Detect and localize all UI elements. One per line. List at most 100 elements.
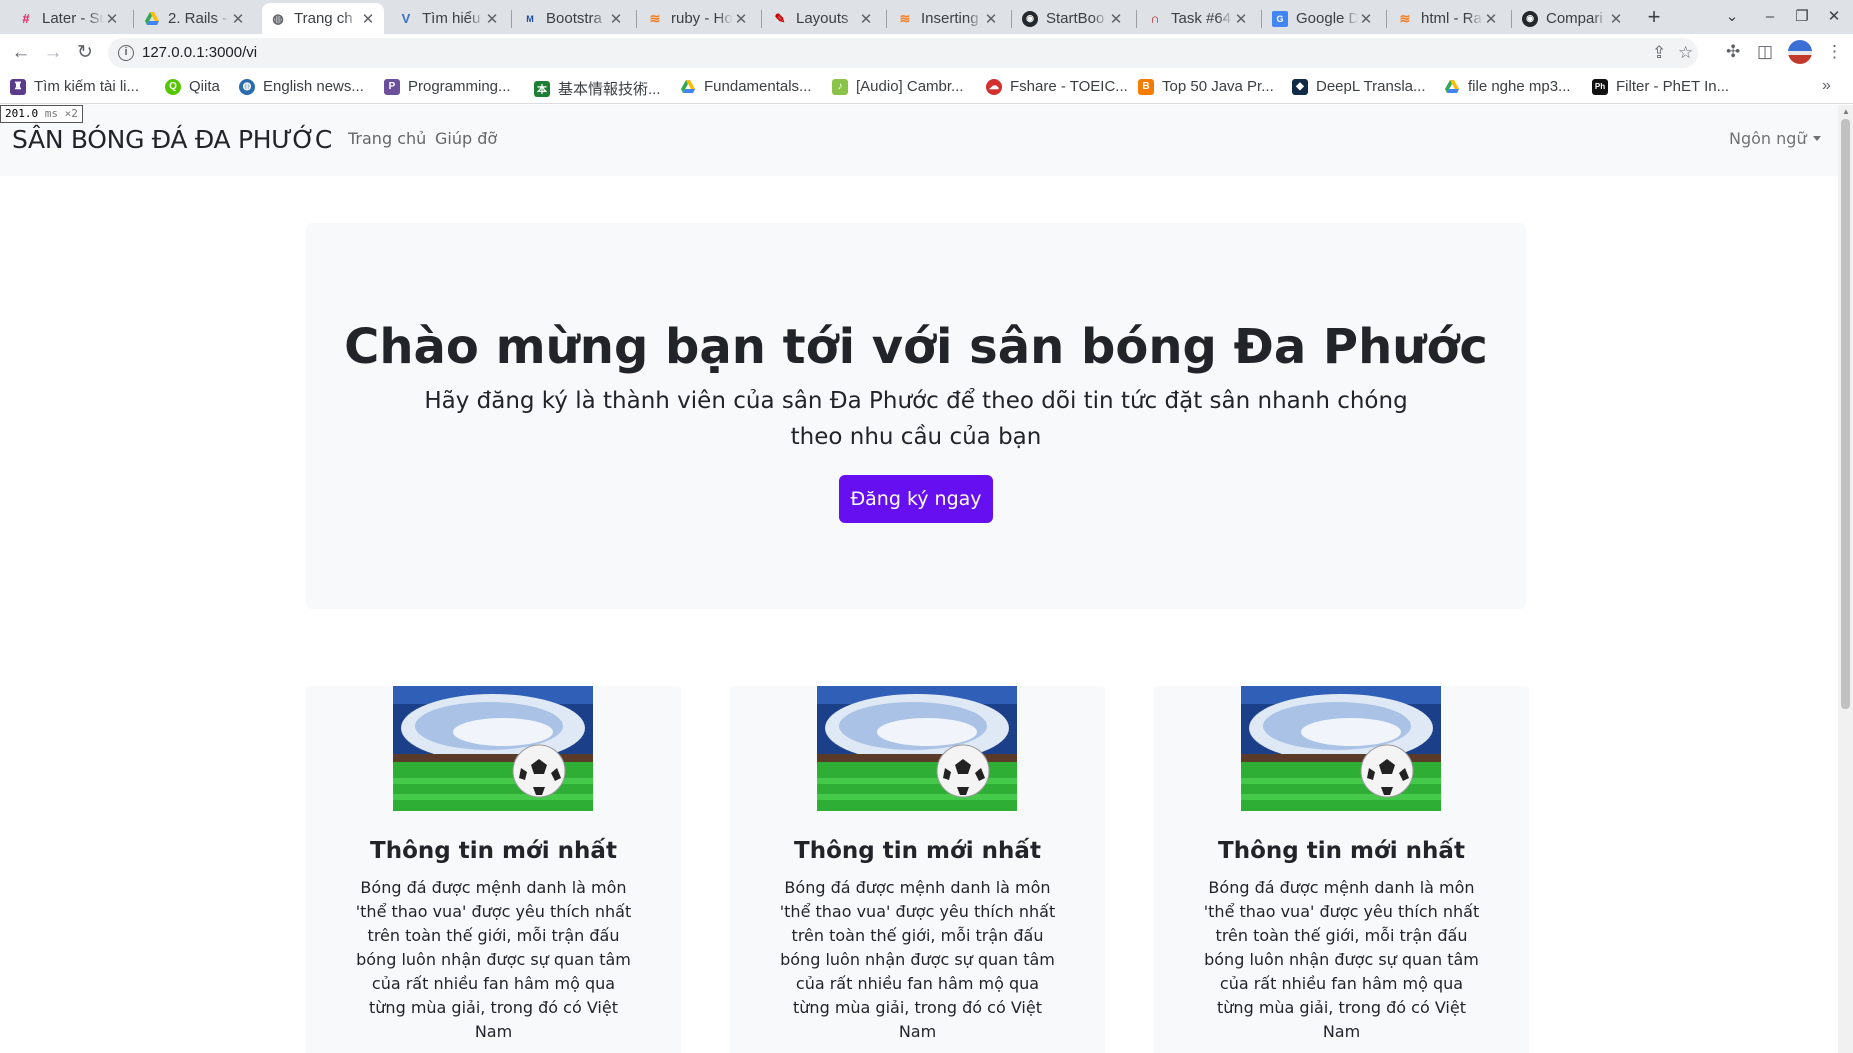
card-title: Thông tin mới nhất [794,838,1041,864]
hero-subtitle: Hãy đăng ký là thành viên của sân Đa Phư… [424,388,1408,450]
bookmark-item[interactable]: ◍ English news... [239,78,364,95]
close-icon[interactable]: ✕ [983,10,999,28]
bookmark-item[interactable]: Ph Filter - PhET In... [1592,78,1729,95]
restore-icon[interactable]: ❐ [1787,4,1817,30]
minimize-icon[interactable]: – [1755,4,1785,30]
address-bar[interactable]: i 127.0.0.1:3000/vi ⇪ ☆ [108,38,1698,68]
close-icon[interactable]: ✕ [230,10,246,28]
viblo-icon: V [401,11,411,26]
close-icon[interactable]: ✕ [858,10,874,28]
tab[interactable]: 2. Rails - ✕ [136,3,254,34]
globe-icon: ◍ [272,10,284,26]
url-text[interactable]: 127.0.0.1:3000/vi [142,44,257,61]
extensions-icon[interactable]: ✣ [1726,42,1740,62]
tab[interactable]: ≋ ruby - Ho ✕ [639,3,757,34]
hero-title: Chào mừng bạn tới với sân bóng Đa Phước [344,319,1488,375]
scrollbar-thumb[interactable] [1841,119,1850,709]
tab-title: ruby - Ho [671,10,733,27]
close-icon[interactable]: ✕ [360,10,376,28]
tab-strip: # Later - Su ✕ 2. Rails - ✕ ◍ Trang ch ✕… [0,0,1853,34]
page-scrollbar[interactable]: ▲ [1838,105,1853,1053]
perf-unit: ms ×2 [44,107,78,120]
bookmark-item[interactable]: P Programming... [384,78,511,95]
bookmark-label: Tìm kiếm tài li... [34,78,140,95]
bookmark-item[interactable]: Fundamentals... [680,78,812,95]
tab[interactable]: # Later - Su ✕ [10,3,128,34]
nav-link-help[interactable]: Giúp đỡ [435,129,497,148]
tab-title: Task #64 [1171,10,1232,27]
new-tab-icon[interactable]: + [1640,3,1668,31]
tab-search-icon[interactable]: ⌄ [1717,4,1747,30]
site-navbar: SÂN BÓNG ĐÁ ĐA PHƯỚC Trang chủ Giúp đỡ N… [0,105,1838,176]
language-dropdown[interactable]: Ngôn ngữ [1729,129,1821,148]
tab-separator [886,10,887,28]
profile-avatar[interactable] [1788,40,1812,64]
github-icon: ◉ [1522,10,1538,27]
bookmark-item[interactable]: B Top 50 Java Pr... [1138,78,1274,95]
news-card: Thông tin mới nhất Bóng đá được mệnh dan… [730,686,1105,1053]
bookmark-star-icon[interactable]: ☆ [1678,43,1693,63]
close-icon[interactable]: ✕ [733,10,749,28]
bookmark-item[interactable]: Q Qiita [165,78,220,95]
bookmark-item[interactable]: ♪ [Audio] Cambr... [832,78,964,95]
tab-title: Compari [1546,10,1603,27]
tab-title: 2. Rails - [168,10,228,27]
tab[interactable]: ◉ StartBoo ✕ [1014,3,1132,34]
tab-separator [1386,10,1387,28]
scroll-up-icon[interactable]: ▲ [1842,107,1850,116]
card-text: Bóng đá được mệnh danh là môn 'thể thao … [1203,878,1480,1041]
bookmark-label: 基本情報技術... [558,81,661,98]
close-icon[interactable]: ✕ [1358,10,1374,28]
tab[interactable]: ≋ html - Ra ✕ [1389,3,1507,34]
share-icon[interactable]: ⇪ [1652,43,1666,63]
forward-icon[interactable]: → [40,40,66,66]
tab-title: Google D [1296,10,1358,27]
reload-icon[interactable]: ↻ [72,40,98,66]
site-info-icon[interactable]: i [118,45,134,61]
bookmark-item[interactable]: 本 基本情報技術... [534,78,661,99]
bookmark-item[interactable]: file nghe mp3... [1444,78,1571,95]
qiita-icon: Q [165,78,181,95]
tab-title: html - Ra [1421,10,1482,27]
bookmark-label: English news... [263,78,364,95]
drive-icon [1444,79,1460,95]
bookmark-label: Programming... [408,78,511,95]
bookmark-label: Fundamentals... [704,78,812,95]
tab-active[interactable]: ◍ Trang ch ✕ [262,3,384,34]
tab[interactable]: M Bootstra ✕ [514,3,632,34]
more-bookmarks-icon[interactable]: » [1822,77,1831,95]
site-brand[interactable]: SÂN BÓNG ĐÁ ĐA PHƯỚC [12,125,332,154]
tab[interactable]: ≋ Inserting ✕ [889,3,1007,34]
menu-icon[interactable]: ⋮ [1826,42,1843,62]
close-icon[interactable]: ✕ [1108,10,1124,28]
bookmark-label: Qiita [189,78,220,95]
news-card: Thông tin mới nhất Bóng đá được mệnh dan… [306,686,681,1053]
tab[interactable]: G Google D ✕ [1264,3,1382,34]
close-icon[interactable]: ✕ [484,10,500,28]
close-window-icon[interactable]: ✕ [1819,4,1849,30]
register-button[interactable]: Đăng ký ngay [839,475,993,523]
side-panel-icon[interactable]: ◫ [1757,42,1773,62]
tab[interactable]: ∩ Task #64 ✕ [1139,3,1257,34]
close-icon[interactable]: ✕ [104,10,120,28]
tab[interactable]: ✎ Layouts ✕ [764,3,882,34]
card-title: Thông tin mới nhất [1218,838,1465,864]
page-viewport: 201.0 ms ×2 SÂN BÓNG ĐÁ ĐA PHƯỚC Trang c… [0,105,1838,1053]
tab[interactable]: V Tìm hiểu ✕ [390,3,508,34]
bookmark-item[interactable]: ◆ DeepL Transla... [1292,78,1426,95]
stackoverflow-icon: ≋ [649,10,661,26]
stadium-ball-image [1241,686,1441,811]
tab-title: Bootstra [546,10,602,27]
bookmark-label: file nghe mp3... [1468,78,1571,95]
back-icon[interactable]: ← [8,40,34,66]
close-icon[interactable]: ✕ [608,10,624,28]
tab-title: Trang ch [294,10,353,27]
close-icon[interactable]: ✕ [1608,10,1624,28]
bookmark-item[interactable]: ♜ Tìm kiếm tài li... [10,78,139,95]
tab-title: Later - Su [42,10,104,27]
close-icon[interactable]: ✕ [1483,10,1499,28]
nav-link-home[interactable]: Trang chủ [348,129,426,148]
tab[interactable]: ◉ Compari ✕ [1514,3,1632,34]
bookmark-item[interactable]: ☁ Fshare - TOEIC... [986,78,1128,95]
close-icon[interactable]: ✕ [1233,10,1249,28]
